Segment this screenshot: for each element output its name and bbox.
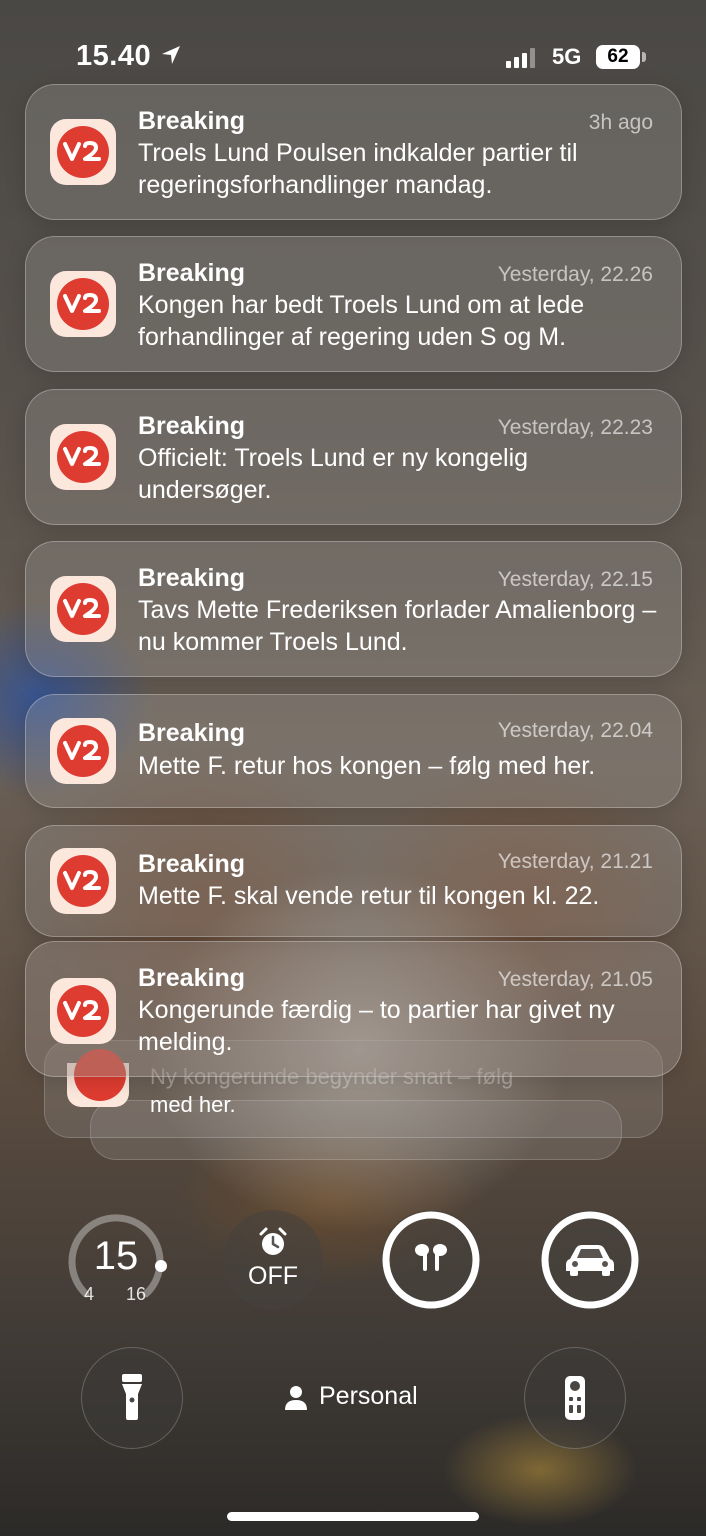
notification-card[interactable]: Breaking Yesterday, 21.21 Mette F. skal … — [25, 825, 682, 937]
network-type: 5G — [552, 44, 582, 69]
notification-time: Yesterday, 21.21 — [497, 850, 653, 873]
tv2-app-icon — [50, 978, 116, 1044]
notification-card[interactable]: Breaking Yesterday, 22.26 Kongen har bed… — [25, 236, 682, 372]
temperature-high: 16 — [126, 1284, 147, 1304]
airpods-battery-widget[interactable] — [381, 1210, 481, 1310]
status-time: 15.40 — [76, 40, 152, 72]
notification-title: Breaking — [138, 719, 245, 747]
notification-time: Yesterday, 22.04 — [497, 719, 653, 742]
notification-body: Mette F. retur hos kongen – følg med her… — [138, 752, 596, 780]
tv2-app-icon — [50, 271, 116, 337]
notification-title: Breaking — [138, 259, 245, 287]
notification-title: Breaking — [138, 850, 245, 878]
cellular-signal-icon — [506, 48, 535, 68]
alarm-widget[interactable]: OFF — [223, 1210, 323, 1310]
notification-card[interactable]: Breaking Yesterday, 22.04 Mette F. retur… — [25, 694, 682, 808]
battery-tip — [642, 52, 646, 62]
notification-body: Troels Lund Poulsen indkalder partier ti… — [138, 139, 578, 199]
location-arrow-icon — [162, 46, 180, 64]
notification-time: 3h ago — [588, 111, 653, 134]
focus-mode-label: Personal — [319, 1382, 418, 1410]
tv2-app-icon — [50, 848, 116, 914]
airpods-icon — [415, 1244, 447, 1271]
notification-body: Tavs Mette Frederiksen forlader Amalienb… — [138, 596, 657, 656]
notification-body: Officielt: Troels Lund er ny kongelig un… — [138, 444, 529, 504]
temperature-current: 15 — [93, 1234, 139, 1278]
notification-title: Breaking — [138, 964, 245, 992]
temperature-widget[interactable]: 15 4 16 — [64, 1208, 168, 1312]
notification-title: Breaking — [138, 412, 245, 440]
tv2-app-icon — [50, 576, 116, 642]
notification-time: Yesterday, 21.05 — [497, 968, 653, 991]
temperature-low: 4 — [84, 1284, 95, 1304]
notification-card[interactable]: Breaking Yesterday, 22.23 Officielt: Tro… — [25, 389, 682, 525]
tv2-app-icon — [50, 119, 116, 185]
notification-time: Yesterday, 22.15 — [497, 568, 653, 591]
notification-body: Kongen har bedt Troels Lund om at lede f… — [138, 291, 585, 351]
tv2-app-icon — [50, 718, 116, 784]
notification-body: Mette F. skal vende retur til kongen kl.… — [138, 882, 600, 910]
tv2-app-icon — [50, 424, 116, 490]
flashlight-button[interactable] — [81, 1347, 183, 1449]
person-icon — [285, 1386, 307, 1410]
alarm-status: OFF — [248, 1262, 298, 1290]
tv-remote-button[interactable] — [524, 1347, 626, 1449]
notification-body: Kongerunde færdig – to partier har givet… — [138, 996, 615, 1056]
flashlight-icon — [122, 1374, 142, 1420]
alarm-clock-icon — [259, 1227, 287, 1255]
notification-card[interactable]: Breaking Yesterday, 22.15 Tavs Mette Fre… — [25, 541, 682, 677]
tv-remote-icon — [565, 1376, 585, 1420]
notification-card[interactable]: Breaking 3h ago Troels Lund Poulsen indk… — [25, 84, 682, 220]
car-icon — [566, 1245, 614, 1276]
notification-title: Breaking — [138, 107, 245, 135]
car-battery-widget[interactable] — [540, 1210, 640, 1310]
notification-time: Yesterday, 22.23 — [497, 416, 653, 439]
notification-card[interactable]: Breaking Yesterday, 21.05 Kongerunde fær… — [25, 941, 682, 1077]
notification-title: Breaking — [138, 564, 245, 592]
stacked-notification-body-line2: med her. — [150, 1092, 236, 1117]
notification-time: Yesterday, 22.26 — [497, 263, 653, 286]
battery-indicator: 62 — [596, 45, 640, 69]
home-indicator[interactable] — [227, 1512, 479, 1521]
